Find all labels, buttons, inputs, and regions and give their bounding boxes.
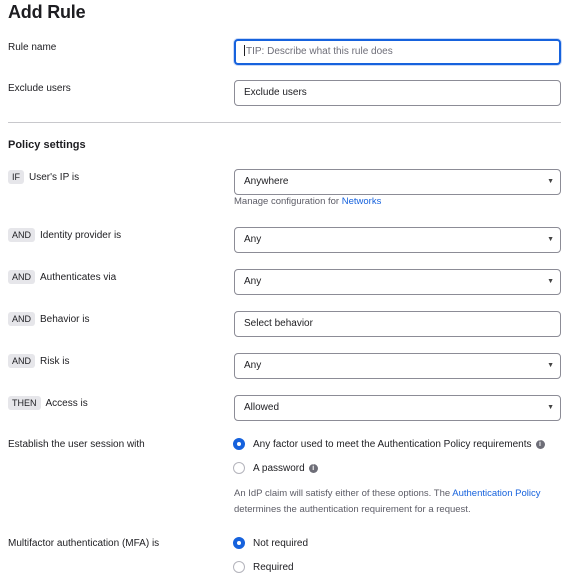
radio-selected[interactable] (233, 537, 245, 549)
chevron-down-icon: ▼ (547, 278, 554, 285)
page-title: Add Rule (8, 2, 86, 22)
info-icon: i (308, 463, 318, 473)
behavior-input[interactable]: Select behavior (234, 311, 561, 337)
operator-chip: AND (8, 228, 36, 242)
user-ip-select[interactable]: Anywhere ▼ (234, 169, 561, 195)
networks-helper: Manage configuration for Networks (234, 194, 381, 210)
condition-label: Access is (45, 397, 88, 409)
rule-name-placeholder: TIP: Describe what this rule does (246, 46, 393, 57)
rule-name-label: Rule name (8, 42, 57, 53)
condition-behavior-label: AND Behavior is (8, 312, 89, 326)
mfa-option-not-required[interactable]: Not required (233, 537, 308, 549)
behavior-value: Select behavior (244, 318, 313, 329)
session-helper-text: An IdP claim will satisfy either of thes… (234, 488, 453, 499)
user-ip-value: Anywhere (244, 176, 289, 187)
operator-chip: AND (8, 354, 36, 368)
access-value: Allowed (244, 402, 280, 413)
condition-label: Behavior is (40, 313, 90, 325)
session-label: Establish the user session with (8, 439, 145, 450)
text-cursor (244, 45, 245, 56)
info-icon: i (535, 439, 545, 449)
networks-helper-text: Manage configuration for (234, 196, 342, 207)
identity-provider-value: Any (244, 234, 262, 245)
authentication-policy-link[interactable]: Authentication Policy (452, 488, 540, 499)
session-helper: An IdP claim will satisfy either of thes… (234, 486, 540, 518)
exclude-users-input[interactable]: Exclude users (234, 80, 561, 106)
operator-chip: IF (8, 170, 24, 184)
section-divider (8, 122, 561, 123)
radio-unselected[interactable] (233, 561, 245, 573)
condition-label: User's IP is (29, 171, 80, 183)
radio-selected[interactable] (233, 438, 245, 450)
policy-settings-heading: Policy settings (8, 139, 86, 151)
condition-risk-label: AND Risk is (8, 354, 69, 368)
mfa-label: Multifactor authentication (MFA) is (8, 538, 160, 549)
session-option-label: Any factor used to meet the Authenticati… (253, 438, 532, 450)
risk-value: Any (244, 360, 262, 371)
mfa-option-required[interactable]: Required (233, 561, 294, 573)
condition-user-ip-label: IF User's IP is (8, 170, 79, 184)
session-option-password[interactable]: A password i (233, 462, 318, 474)
operator-chip: AND (8, 312, 36, 326)
exclude-users-label: Exclude users (8, 83, 71, 94)
authenticates-via-select[interactable]: Any ▼ (234, 269, 561, 295)
condition-access-label: THEN Access is (8, 396, 88, 410)
chevron-down-icon: ▼ (547, 404, 554, 411)
risk-select[interactable]: Any ▼ (234, 353, 561, 379)
authenticates-via-value: Any (244, 276, 262, 287)
chevron-down-icon: ▼ (547, 362, 554, 369)
condition-idp-label: AND Identity provider is (8, 228, 121, 242)
mfa-option-label: Required (253, 561, 294, 573)
operator-chip: THEN (8, 396, 41, 410)
access-select[interactable]: Allowed ▼ (234, 395, 561, 421)
operator-chip: AND (8, 270, 36, 284)
session-helper-text-2: determines the authentication requiremen… (234, 504, 471, 515)
mfa-option-label: Not required (253, 537, 309, 549)
networks-link[interactable]: Networks (342, 196, 382, 207)
condition-label: Identity provider is (40, 229, 122, 241)
exclude-users-value: Exclude users (244, 87, 307, 98)
chevron-down-icon: ▼ (547, 178, 554, 185)
session-option-any-factor[interactable]: Any factor used to meet the Authenticati… (233, 438, 545, 450)
identity-provider-select[interactable]: Any ▼ (234, 227, 561, 253)
condition-auth-via-label: AND Authenticates via (8, 270, 116, 284)
rule-name-input[interactable]: TIP: Describe what this rule does (234, 39, 561, 65)
session-option-label: A password (253, 462, 305, 474)
radio-unselected[interactable] (233, 462, 245, 474)
condition-label: Authenticates via (40, 271, 117, 283)
condition-label: Risk is (40, 355, 70, 367)
chevron-down-icon: ▼ (547, 236, 554, 243)
